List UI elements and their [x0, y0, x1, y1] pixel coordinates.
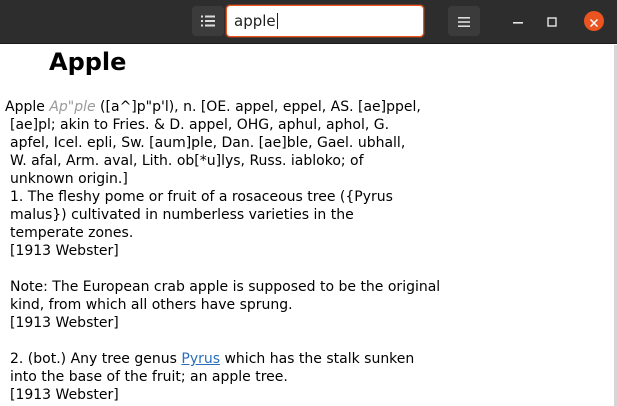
sense-2-text: 2. (bot.) Any tree genus [10, 351, 182, 367]
search-query: apple [234, 12, 278, 30]
header-bar: apple [0, 0, 617, 44]
minimize-icon [513, 12, 523, 31]
hamburger-menu-icon [458, 12, 470, 31]
close-icon [589, 12, 599, 31]
entry-line: Apple Ap"ple ([a^]p"p'l), n. [OE. appel,… [5, 98, 475, 116]
sense-1-line: malus}) cultivated in numberless varieti… [10, 207, 354, 223]
source-citation: [1913 Webster] [10, 387, 119, 403]
list-view-button[interactable] [192, 6, 224, 36]
etymology-line: unknown origin.] [10, 171, 128, 187]
search-input[interactable]: apple [226, 5, 424, 37]
source-citation: [1913 Webster] [10, 243, 119, 259]
sense-2-text: which has the stalk sunken [220, 351, 415, 367]
list-view-icon [201, 12, 215, 31]
sense-1-line: temperate zones. [10, 225, 134, 241]
sense-2-line: 2. (bot.) Any tree genus Pyrus which has… [5, 350, 475, 368]
source-citation: [1913 Webster] [10, 315, 119, 331]
text-caret [276, 13, 278, 29]
note-line: kind, from which all others have sprung. [10, 297, 293, 313]
etymology-line: [ae]pl; akin to Fries. & D. appel, OHG, … [10, 117, 390, 133]
minimize-button[interactable] [508, 11, 528, 31]
close-button[interactable] [584, 11, 604, 31]
etymology-start: ([a^]p"p'l), n. [OE. appel, eppel, AS. [… [95, 99, 421, 115]
pyrus-link[interactable]: Pyrus [181, 351, 220, 367]
etymology-line: apfel, Icel. epli, Sw. [aum]ple, Dan. [a… [10, 135, 406, 151]
maximize-icon [547, 12, 557, 31]
pronunciation: Ap"ple [49, 99, 96, 115]
maximize-button[interactable] [542, 11, 562, 31]
lead-word: Apple [5, 99, 45, 115]
headword-title: Apple [49, 48, 127, 76]
etymology-line: W. afal, Arm. aval, Lith. ob[*u]lys, Rus… [10, 153, 364, 169]
dictionary-entry: Apple Ap"ple ([a^]p"p'l), n. [OE. appel,… [5, 98, 475, 404]
definition-view: Apple Apple Ap"ple ([a^]p"p'l), n. [OE. … [0, 45, 614, 406]
sense-2-line: into the base of the fruit; an apple tre… [10, 369, 288, 385]
note-line: Note: The European crab apple is suppose… [10, 279, 441, 295]
main-menu-button[interactable] [448, 6, 480, 36]
sense-1-line: 1. The fleshy pome or fruit of a rosaceo… [10, 189, 393, 205]
